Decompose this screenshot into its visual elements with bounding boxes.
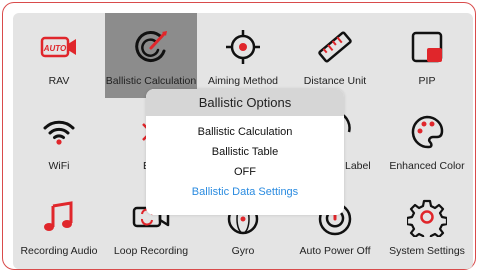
tile-ballistic-calculation[interactable]: Ballistic Calculation	[105, 13, 197, 98]
auto-camera-icon: AUTO	[39, 27, 79, 67]
option-ballistic-table[interactable]: Ballistic Table	[146, 142, 344, 162]
option-ballistic-calculation[interactable]: Ballistic Calculation	[146, 122, 344, 142]
tile-label: PIP	[418, 75, 436, 87]
tile-rav[interactable]: AUTO RAV	[13, 13, 105, 98]
tile-recording-audio[interactable]: Recording Audio	[13, 183, 105, 268]
palette-icon	[407, 112, 447, 152]
tile-label: Gyro	[231, 245, 255, 257]
tile-enhanced-color[interactable]: Enhanced Color	[381, 98, 473, 183]
picture-in-picture-icon	[407, 27, 447, 67]
dialog-title: Ballistic Options	[146, 89, 344, 116]
tile-label: Enhanced Color	[389, 160, 465, 172]
gear-icon	[407, 197, 447, 237]
music-note-icon	[39, 197, 79, 237]
crosshair-icon	[223, 27, 263, 67]
tile-wifi[interactable]: WiFi	[13, 98, 105, 183]
tile-label: RAV	[48, 75, 70, 87]
tile-label: Auto Power Off	[299, 245, 371, 257]
ruler-icon	[315, 27, 355, 67]
tile-label: Loop Recording	[113, 245, 189, 257]
svg-text:AUTO: AUTO	[43, 44, 67, 53]
tile-label: Aiming Method	[207, 75, 279, 87]
tile-label: Recording Audio	[20, 245, 98, 257]
device-screen-frame: AUTO RAV Ballistic Calculation Aiming Me…	[2, 2, 476, 270]
tile-aiming-method[interactable]: Aiming Method	[197, 13, 289, 98]
ballistic-calculation-icon	[131, 27, 171, 67]
tile-label: WiFi	[48, 160, 70, 172]
tile-label: System Settings	[389, 245, 465, 257]
option-ballistic-data-settings[interactable]: Ballistic Data Settings	[146, 182, 344, 202]
wifi-icon	[39, 112, 79, 152]
tile-label: Ballistic Calculation	[105, 75, 197, 87]
tile-distance-unit[interactable]: Distance Unit	[289, 13, 381, 98]
ballistic-options-dialog: Ballistic Options Ballistic Calculation …	[146, 89, 344, 215]
option-off[interactable]: OFF	[146, 162, 344, 182]
tile-pip[interactable]: PIP	[381, 13, 473, 98]
tile-label: Distance Unit	[303, 75, 367, 87]
tile-system-settings[interactable]: System Settings	[381, 183, 473, 268]
